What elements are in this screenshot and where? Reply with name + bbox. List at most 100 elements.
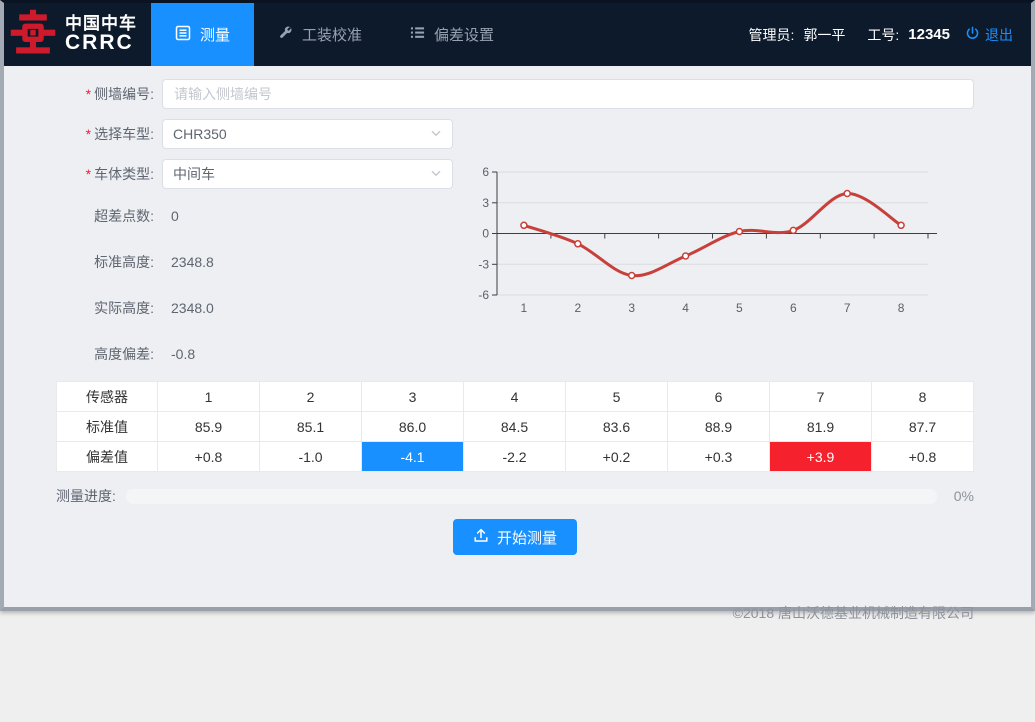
sensor-table: 传感器12345678标准值85.985.186.084.583.688.981… — [56, 381, 974, 472]
svg-text:6: 6 — [790, 301, 797, 315]
stat-label: 实际高度: — [56, 298, 154, 318]
side-wall-input[interactable] — [162, 79, 974, 109]
nav-tabs: 测量 工装校准 — [151, 3, 518, 66]
body-type-row: *车体类型: 中间车 — [56, 159, 453, 189]
table-cell: 4 — [464, 382, 566, 412]
row-label-cell: 偏差值 — [57, 442, 158, 472]
stats-list: 超差点数: 0 标准高度: 2348.8 实际高度: 2348.0 高度偏差: … — [56, 206, 453, 364]
progress-bar — [126, 489, 937, 504]
svg-text:4: 4 — [682, 301, 689, 315]
table-cell: 5 — [566, 382, 668, 412]
document-icon — [175, 25, 191, 45]
progress-percent: 0% — [948, 488, 974, 504]
list-icon — [410, 25, 425, 44]
logout-button[interactable]: 退出 — [965, 25, 1013, 45]
start-measure-button[interactable]: 开始测量 — [453, 519, 577, 555]
deviation-value-row: 偏差值+0.8-1.0-4.1-2.2+0.2+0.3+3.9+0.8 — [57, 442, 974, 472]
model-select[interactable]: CHR350 — [162, 119, 453, 149]
form-column: *选择车型: CHR350 *车体类型: 中间车 — [56, 119, 453, 364]
table-cell: 85.9 — [158, 412, 260, 442]
required-asterisk: * — [86, 166, 91, 182]
crrc-logo: 中国中车 CRRC — [4, 3, 151, 66]
table-cell: 86.0 — [362, 412, 464, 442]
wrench-icon — [278, 25, 293, 44]
chart-column: 630-3-612345678 — [467, 119, 982, 324]
svg-text:2: 2 — [574, 301, 581, 315]
stat-over-tolerance: 超差点数: 0 — [56, 206, 453, 226]
start-measure-label: 开始测量 — [497, 527, 557, 548]
model-label: *选择车型: — [56, 124, 154, 144]
body-type-select[interactable]: 中间车 — [162, 159, 453, 189]
row-label-cell: 标准值 — [57, 412, 158, 442]
copyright-text: ©2018 唐山沃德基业机械制造有限公司 — [56, 603, 974, 633]
svg-text:8: 8 — [898, 301, 905, 315]
stat-value: 2348.8 — [162, 254, 214, 270]
stat-value: 0 — [162, 208, 179, 224]
row-label-cell: 传感器 — [57, 382, 158, 412]
stat-label: 标准高度: — [56, 252, 154, 272]
app-window: 中国中车 CRRC 测量 — [0, 0, 1035, 611]
navbar: 中国中车 CRRC 测量 — [4, 3, 1031, 66]
required-asterisk: * — [86, 86, 91, 102]
worker-id-label: 工号: — [867, 25, 899, 45]
table-cell: 7 — [770, 382, 872, 412]
stat-actual-height: 实际高度: 2348.0 — [56, 298, 453, 318]
brand-name-en: CRRC — [65, 32, 137, 54]
table-cell: 81.9 — [770, 412, 872, 442]
model-select-value: CHR350 — [173, 126, 227, 142]
power-icon — [965, 26, 980, 44]
svg-text:3: 3 — [482, 196, 489, 210]
table-cell: +0.2 — [566, 442, 668, 472]
body-type-select-value: 中间车 — [173, 164, 215, 184]
tab-measure-label: 测量 — [200, 24, 230, 45]
tab-deviation-settings[interactable]: 偏差设置 — [386, 3, 518, 66]
tab-tooling-label: 工装校准 — [302, 24, 362, 45]
table-cell: 83.6 — [566, 412, 668, 442]
table-cell: +0.3 — [668, 442, 770, 472]
table-cell: -4.1 — [362, 442, 464, 472]
svg-text:3: 3 — [628, 301, 635, 315]
table-cell: 1 — [158, 382, 260, 412]
table-cell: 88.9 — [668, 412, 770, 442]
deviation-line-chart: 630-3-612345678 — [467, 161, 982, 324]
table-cell: +0.8 — [158, 442, 260, 472]
button-row: 开始测量 — [56, 519, 974, 555]
table-cell: 84.5 — [464, 412, 566, 442]
table-cell: 85.1 — [260, 412, 362, 442]
stat-standard-height: 标准高度: 2348.8 — [56, 252, 453, 272]
stat-value: 2348.0 — [162, 300, 214, 316]
standard-value-row: 标准值85.985.186.084.583.688.981.987.7 — [57, 412, 974, 442]
worker-id-value: 12345 — [908, 26, 950, 43]
table-cell: 2 — [260, 382, 362, 412]
table-cell: 6 — [668, 382, 770, 412]
chevron-down-icon — [430, 126, 442, 142]
table-cell: -1.0 — [260, 442, 362, 472]
progress-row: 测量进度: 0% — [56, 486, 974, 506]
brand-text: 中国中车 CRRC — [65, 15, 137, 55]
crrc-emblem-icon — [10, 9, 56, 60]
table-cell: 8 — [872, 382, 974, 412]
navbar-spacer — [518, 3, 748, 66]
svg-text:5: 5 — [736, 301, 743, 315]
svg-text:7: 7 — [844, 301, 851, 315]
body-type-label: *车体类型: — [56, 164, 154, 184]
side-wall-row: *侧墙编号: — [56, 79, 974, 109]
stat-height-deviation: 高度偏差: -0.8 — [56, 344, 453, 364]
table-cell: +0.8 — [872, 442, 974, 472]
sensor-header-row: 传感器12345678 — [57, 382, 974, 412]
side-wall-label: *侧墙编号: — [56, 84, 154, 104]
required-asterisk: * — [86, 126, 91, 142]
tab-tooling-calibration[interactable]: 工装校准 — [254, 3, 386, 66]
svg-text:6: 6 — [482, 165, 489, 179]
chevron-down-icon — [430, 166, 442, 182]
svg-text:0: 0 — [482, 227, 489, 241]
stat-label: 高度偏差: — [56, 344, 154, 364]
stat-label: 超差点数: — [56, 206, 154, 226]
brand-name-zh: 中国中车 — [65, 15, 137, 33]
user-role-label: 管理员: — [749, 25, 795, 45]
table-cell: 3 — [362, 382, 464, 412]
tab-measure[interactable]: 测量 — [151, 3, 254, 66]
main-content: *侧墙编号: *选择车型: CHR350 *车体类型: — [4, 66, 1031, 633]
table-cell: 87.7 — [872, 412, 974, 442]
svg-text:-3: -3 — [478, 257, 489, 271]
